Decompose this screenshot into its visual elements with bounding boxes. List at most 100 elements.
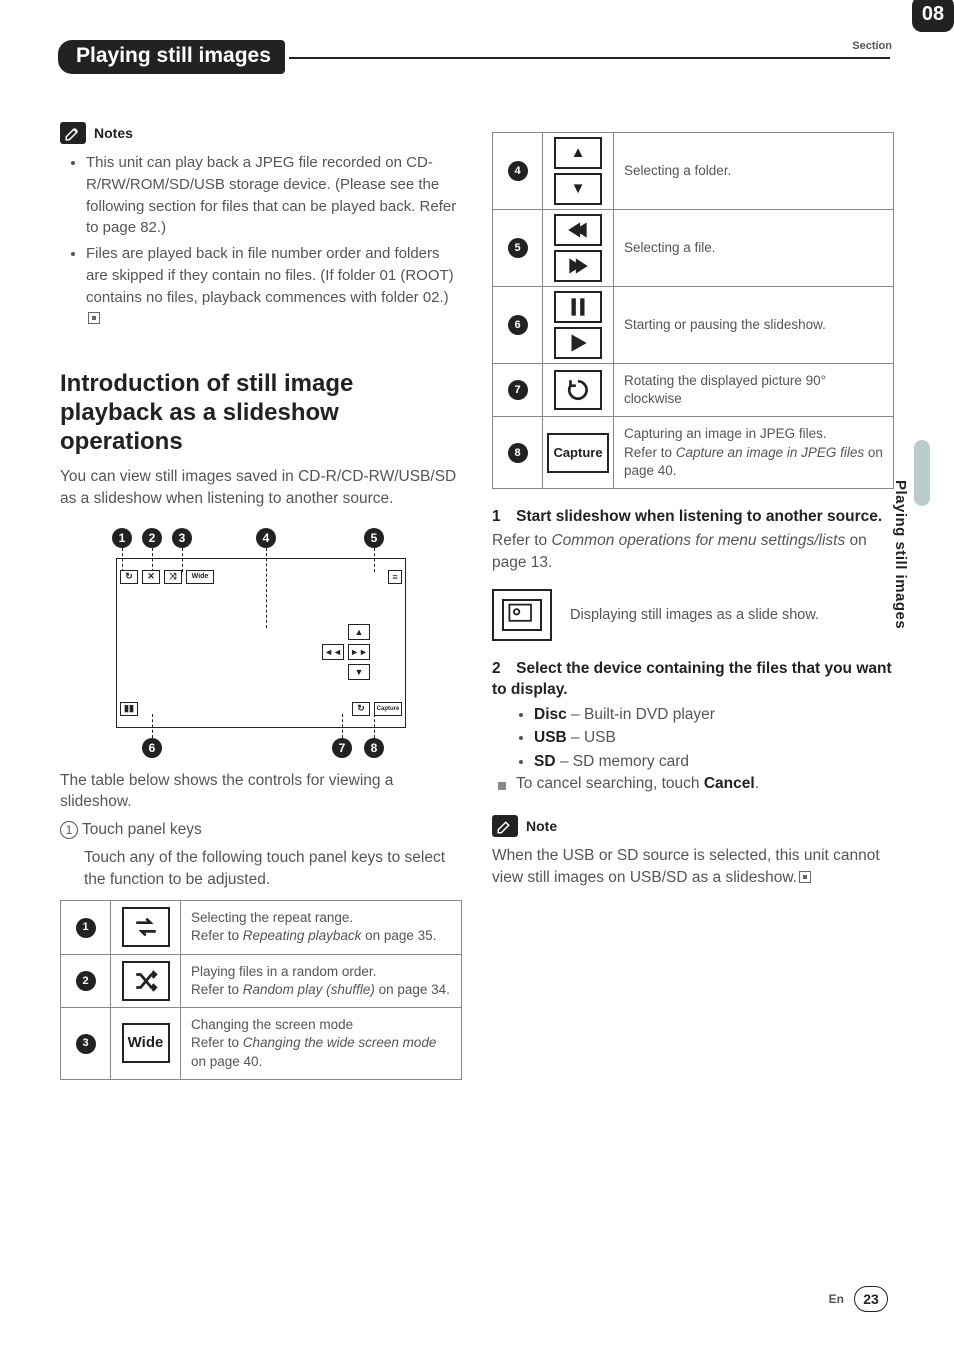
diagram-marker-2: 2 [142,528,162,548]
intro-heading: Introduction of still image playback as … [60,370,462,456]
right-column: 4 ▲ ▼ Selecting a folder. 5 [492,122,894,1080]
row-desc: Starting or pausing the slideshow. [614,287,894,364]
row-desc: Selecting a folder. [614,133,894,210]
diagram-pause-icon: ▮▮ [120,702,138,716]
step-1-heading: 1 Start slideshow when listening to anot… [492,507,894,528]
diagram-marker-8: 8 [364,738,384,758]
touch-panel-label: 1Touch panel keys [60,819,462,841]
play-icon [554,327,602,359]
header-rule [289,57,890,59]
row-desc: Selecting a file. [614,210,894,287]
row-badge-6: 6 [508,315,528,335]
side-tab-label: Playing still images [892,480,909,629]
section-number-badge: 08 [912,0,954,32]
prev-track-icon [554,214,602,246]
slideshow-icon [492,589,552,641]
circled-1-icon: 1 [60,821,78,839]
end-mark-icon [88,312,100,324]
page-footer: En 23 [829,1286,888,1312]
left-column: Notes This unit can play back a JPEG fil… [60,122,462,1080]
row-badge-8: 8 [508,443,528,463]
diagram-prev-icon: ◄◄ [322,644,344,660]
intro-body: You can view still images saved in CD-R/… [60,466,462,509]
pause-icon [554,291,602,323]
table-row: 7 Rotating the displayed picture 90° clo… [493,364,894,417]
row-desc: Rotating the displayed picture 90° clock… [614,364,894,417]
step-2-heading: 2 Select the device containing the files… [492,659,894,701]
controls-table-left: 1 Selecting the repeat range.Refer to Re… [60,900,462,1080]
side-tab: Playing still images [892,480,912,760]
rotate-icon [554,370,602,410]
note-body-2: When the USB or SD source is selected, t… [492,845,894,888]
diagram-capture-button: Capture [374,702,402,716]
table-row: 1 Selecting the repeat range.Refer to Re… [61,901,462,954]
notes-list: This unit can play back a JPEG file reco… [60,152,462,330]
row-badge-7: 7 [508,380,528,400]
cancel-hint: To cancel searching, touch Cancel. [492,775,894,793]
up-arrow-icon: ▲ [554,137,602,169]
diagram-marker-1: 1 [112,528,132,548]
diagram-shuffle-icon: ✕ [142,570,160,584]
note-header-2: Note [492,815,894,837]
diagram-down-icon: ▼ [348,664,370,680]
slideshow-icon-row: Displaying still images as a slide show. [492,589,894,641]
row-desc: Capturing an image in JPEG files.Refer t… [614,417,894,489]
controls-table-right: 4 ▲ ▼ Selecting a folder. 5 [492,132,894,489]
row-badge-3: 3 [76,1034,96,1054]
table-row: 4 ▲ ▼ Selecting a folder. [493,133,894,210]
device-item: Disc – Built-in DVD player [534,703,894,726]
capture-button: Capture [547,433,609,473]
repeat-icon [122,907,170,947]
side-tab-accent [914,440,930,506]
diagram-marker-5: 5 [364,528,384,548]
device-list: Disc – Built-in DVD player USB – USB SD … [492,703,894,773]
diagram-marker-3: 3 [172,528,192,548]
row-badge-2: 2 [76,971,96,991]
header-bar: Playing still images 08 [60,40,894,74]
device-item: USB – USB [534,726,894,749]
notes-title: Notes [94,125,133,141]
note-item: Files are played back in file number ord… [86,243,462,330]
page: Section Playing still images 08 Playing … [0,0,954,1352]
note-item: This unit can play back a JPEG file reco… [86,152,462,239]
table-row: 3 Wide Changing the screen modeRefer to … [61,1008,462,1080]
table-row: 5 Selecting a file. [493,210,894,287]
page-title: Playing still images [58,40,285,74]
notes-header: Notes [60,122,462,144]
section-label: Section [852,40,892,52]
row-desc: Selecting the repeat range.Refer to Repe… [181,901,462,954]
diagram-wide-button: Wide [186,570,214,584]
step-1-body: Refer to Common operations for menu sett… [492,530,894,573]
diagram-list-icon: ≡ [388,570,402,584]
table-row: 8 Capture Capturing an image in JPEG fil… [493,417,894,489]
down-arrow-icon: ▼ [554,173,602,205]
row-badge-1: 1 [76,918,96,938]
end-mark-icon [799,871,811,883]
pencil-icon [492,815,518,837]
diagram-random-icon: ⤨ [164,570,182,584]
diagram-marker-6: 6 [142,738,162,758]
pencil-icon [60,122,86,144]
footer-page-number: 23 [854,1286,888,1312]
touch-panel-desc: Touch any of the following touch panel k… [60,847,462,890]
diagram-marker-4: 4 [256,528,276,548]
diagram-caption: The table below shows the controls for v… [60,770,462,813]
device-item: SD – SD memory card [534,750,894,773]
shuffle-icon [122,961,170,1001]
diagram-repeat-icon: ↻ [120,570,138,584]
square-bullet-icon [498,782,506,790]
next-track-icon [554,250,602,282]
wide-button: Wide [122,1023,170,1063]
slideshow-icon-desc: Displaying still images as a slide show. [570,605,894,625]
diagram-marker-7: 7 [332,738,352,758]
touchpanel-diagram: 1 2 3 4 5 6 7 8 ↻ ✕ ⤨ Wide [106,528,416,758]
row-desc: Changing the screen modeRefer to Changin… [181,1008,462,1080]
table-row: 2 Playing files in a random order.Refer … [61,954,462,1007]
row-badge-4: 4 [508,161,528,181]
footer-lang: En [829,1292,844,1306]
note-title-2: Note [526,818,557,834]
diagram-rotate-icon: ↻ [352,702,370,716]
diagram-up-icon: ▲ [348,624,370,640]
row-badge-5: 5 [508,238,528,258]
row-desc: Playing files in a random order.Refer to… [181,954,462,1007]
